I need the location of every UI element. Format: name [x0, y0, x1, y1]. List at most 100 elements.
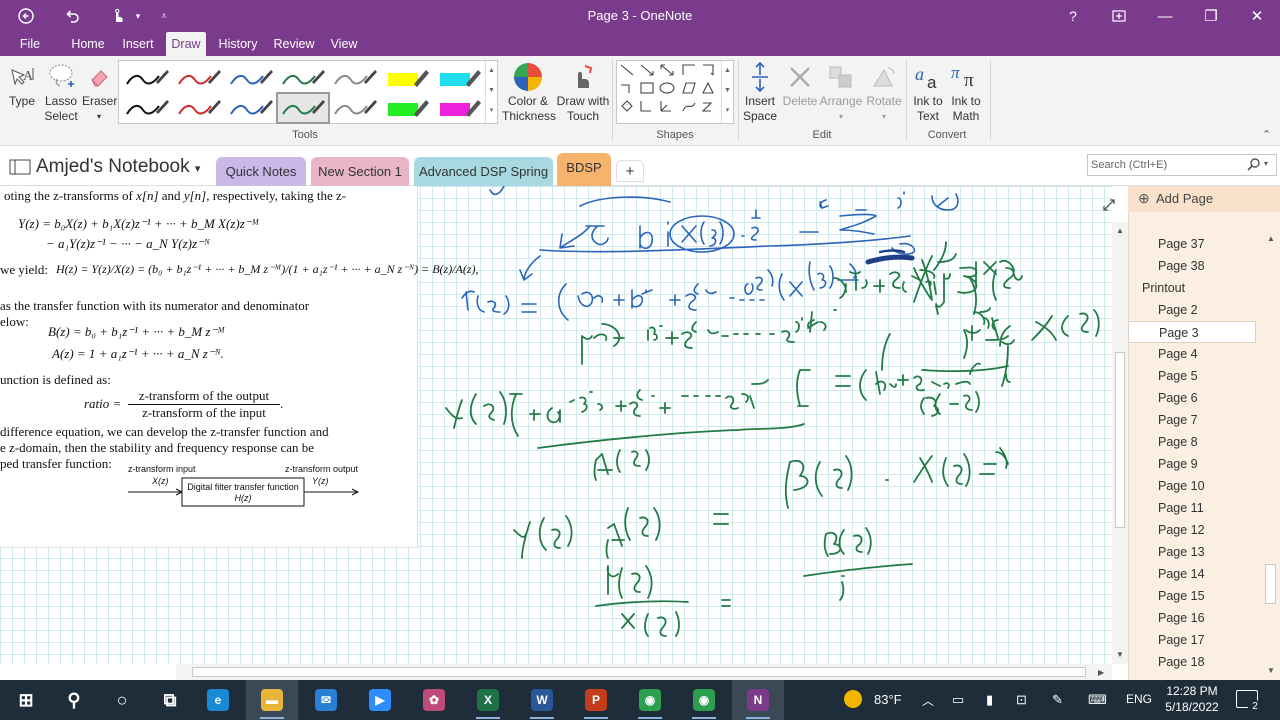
network-icon[interactable]: ⊡ — [1016, 692, 1027, 708]
scrollbar-thumb[interactable] — [1265, 564, 1276, 604]
taskbar-powerpoint-icon[interactable]: P — [570, 680, 622, 720]
page-vertical-scrollbar[interactable]: ▲ ▼ — [1112, 222, 1128, 664]
taskbar-paint-icon[interactable]: ✿ — [408, 680, 460, 720]
taskbar-file-explorer-icon[interactable]: ▬ — [246, 680, 298, 720]
restore-button[interactable]: ❐ — [1188, 0, 1234, 32]
tab-insert[interactable]: Insert — [116, 32, 160, 56]
type-button[interactable]: A Type — [4, 60, 40, 109]
pen-swatch[interactable] — [226, 64, 276, 92]
scrollbar-thumb[interactable] — [1115, 352, 1125, 528]
taskbar-chrome-icon[interactable]: ◉ — [624, 680, 676, 720]
weather-temp[interactable]: 83°F — [874, 692, 902, 707]
page-list-item[interactable]: Page 15 — [1128, 585, 1256, 607]
tab-view[interactable]: View — [324, 32, 364, 56]
weather-icon[interactable] — [844, 690, 862, 711]
page-list-item[interactable]: Page 4 — [1128, 343, 1256, 365]
pen-swatch[interactable] — [330, 64, 380, 92]
tab-history[interactable]: History — [212, 32, 264, 56]
collapse-ribbon-icon[interactable]: ⌃ — [1262, 128, 1271, 141]
ink-to-math-button[interactable]: ππ Ink to Math — [946, 60, 986, 124]
pen-swatch[interactable] — [226, 94, 276, 122]
page-list-item[interactable]: Page 5 — [1128, 365, 1256, 387]
page-list-item[interactable]: Page 6 — [1128, 387, 1256, 409]
search-scope-dropdown-icon[interactable]: ▾ — [1264, 159, 1268, 168]
page-list-item[interactable]: Page 18 — [1128, 651, 1256, 673]
page-list-item[interactable]: Page 14 — [1128, 563, 1256, 585]
color-thickness-button[interactable]: Color & Thickness — [502, 60, 556, 124]
page-canvas[interactable]: oting the z-transforms of x[n] and y[n],… — [0, 186, 1112, 664]
page-list-item[interactable]: Page 38 — [1128, 255, 1256, 277]
scroll-up-icon[interactable]: ▲ — [1267, 234, 1275, 243]
close-button[interactable]: ✕ — [1234, 0, 1280, 32]
taskbar-start-icon[interactable]: ⊞ — [0, 680, 52, 720]
pen-swatch[interactable] — [174, 64, 224, 92]
ink-to-text-button[interactable]: aa Ink to Text — [908, 60, 948, 124]
page-list-item[interactable]: Printout — [1128, 277, 1256, 299]
scrollbar-thumb[interactable] — [192, 667, 1086, 677]
tab-review[interactable]: Review — [270, 32, 318, 56]
language-indicator[interactable]: ENG — [1126, 692, 1152, 706]
shapes-gallery-scroll[interactable]: ▲ ▼ ▾ — [721, 61, 733, 123]
insert-space-button[interactable]: Insert Space — [740, 60, 780, 124]
page-list-item[interactable]: Page 17 — [1128, 629, 1256, 651]
pen-icon[interactable]: ✎ — [1052, 692, 1063, 708]
pen-swatch[interactable] — [174, 94, 224, 122]
clock[interactable]: 12:28 PM 5/18/2022 — [1158, 684, 1226, 714]
page-list-item[interactable]: Page 9 — [1128, 453, 1256, 475]
delete-button[interactable]: Delete — [780, 60, 820, 109]
add-page-button[interactable]: ⊕ Add Page — [1128, 186, 1280, 212]
add-section-button[interactable]: + — [616, 160, 644, 182]
notebook-name[interactable]: Amjed's Notebook ▾ — [36, 156, 200, 178]
tab-home[interactable]: Home — [64, 32, 112, 56]
taskbar-task-view-icon[interactable]: ⧉ — [144, 680, 196, 720]
scroll-down-icon[interactable]: ▼ — [1116, 650, 1124, 659]
taskbar-zoom-icon[interactable]: ▶ — [354, 680, 406, 720]
notebook-icon[interactable] — [9, 159, 31, 175]
taskbar-mail-icon[interactable]: ✉ — [300, 680, 352, 720]
tab-draw[interactable]: Draw — [166, 32, 206, 56]
section-tab-new-section-1[interactable]: New Section 1 — [311, 157, 409, 186]
lasso-select-button[interactable]: Lasso Select — [42, 60, 80, 124]
search-icon[interactable] — [1247, 157, 1261, 171]
pen-swatch[interactable] — [330, 94, 380, 122]
page-list-item[interactable]: Page 37 — [1128, 233, 1256, 255]
section-tab-bdsp[interactable]: BDSP — [557, 153, 611, 186]
page-list-item[interactable]: Page 16 — [1128, 607, 1256, 629]
help-button[interactable]: ? — [1050, 0, 1096, 32]
page-list-item[interactable]: Page 3 — [1128, 321, 1256, 343]
highlighter-swatch[interactable] — [434, 64, 484, 92]
page-list-item[interactable]: Page 2 — [1128, 299, 1256, 321]
keyboard-icon[interactable]: ⌨ — [1088, 692, 1107, 708]
highlighter-swatch[interactable] — [382, 94, 432, 122]
page-list-item[interactable]: Page 8 — [1128, 431, 1256, 453]
section-tab-quick-notes[interactable]: Quick Notes — [216, 157, 306, 186]
notebook-dropdown-icon[interactable]: ▾ — [195, 163, 201, 175]
page-list-item[interactable]: Page 12 — [1128, 519, 1256, 541]
taskbar-word-icon[interactable]: W — [516, 680, 568, 720]
scroll-up-icon[interactable]: ▲ — [1116, 226, 1124, 235]
highlighter-swatch[interactable] — [382, 64, 432, 92]
page-list-scrollbar[interactable]: ▲ ▼ — [1263, 232, 1278, 680]
taskbar-onenote-icon[interactable]: N — [732, 680, 784, 720]
scroll-right-icon[interactable]: ▶ — [1098, 668, 1104, 677]
full-screen-icon[interactable] — [1096, 0, 1142, 32]
pen-swatch[interactable] — [276, 92, 330, 124]
section-tab-advanced-dsp-spring[interactable]: Advanced DSP Spring — [414, 157, 553, 186]
page-horizontal-scrollbar[interactable]: ▶ — [176, 664, 1112, 680]
draw-with-touch-button[interactable]: Draw with Touch — [554, 60, 612, 124]
rotate-button[interactable]: Rotate ▾ — [864, 60, 904, 124]
taskbar-cortana-icon[interactable]: ○ — [96, 680, 148, 720]
battery-icon[interactable]: ▭ — [952, 692, 964, 708]
page-list-item[interactable]: Page 10 — [1128, 475, 1256, 497]
page-list-item[interactable]: Page 11 — [1128, 497, 1256, 519]
microphone-icon[interactable]: ▮ — [986, 692, 993, 708]
expand-page-icon[interactable] — [1102, 198, 1116, 212]
eraser-button[interactable]: Eraser ▾ — [82, 60, 117, 124]
tab-file[interactable]: File — [12, 32, 48, 56]
minimize-button[interactable]: — — [1142, 0, 1188, 32]
highlighter-swatch[interactable] — [434, 94, 484, 122]
pen-swatch[interactable] — [278, 64, 328, 92]
pen-swatch[interactable] — [122, 94, 172, 122]
eraser-dropdown-icon[interactable]: ▾ — [82, 109, 116, 124]
page-list-item[interactable]: Page 7 — [1128, 409, 1256, 431]
